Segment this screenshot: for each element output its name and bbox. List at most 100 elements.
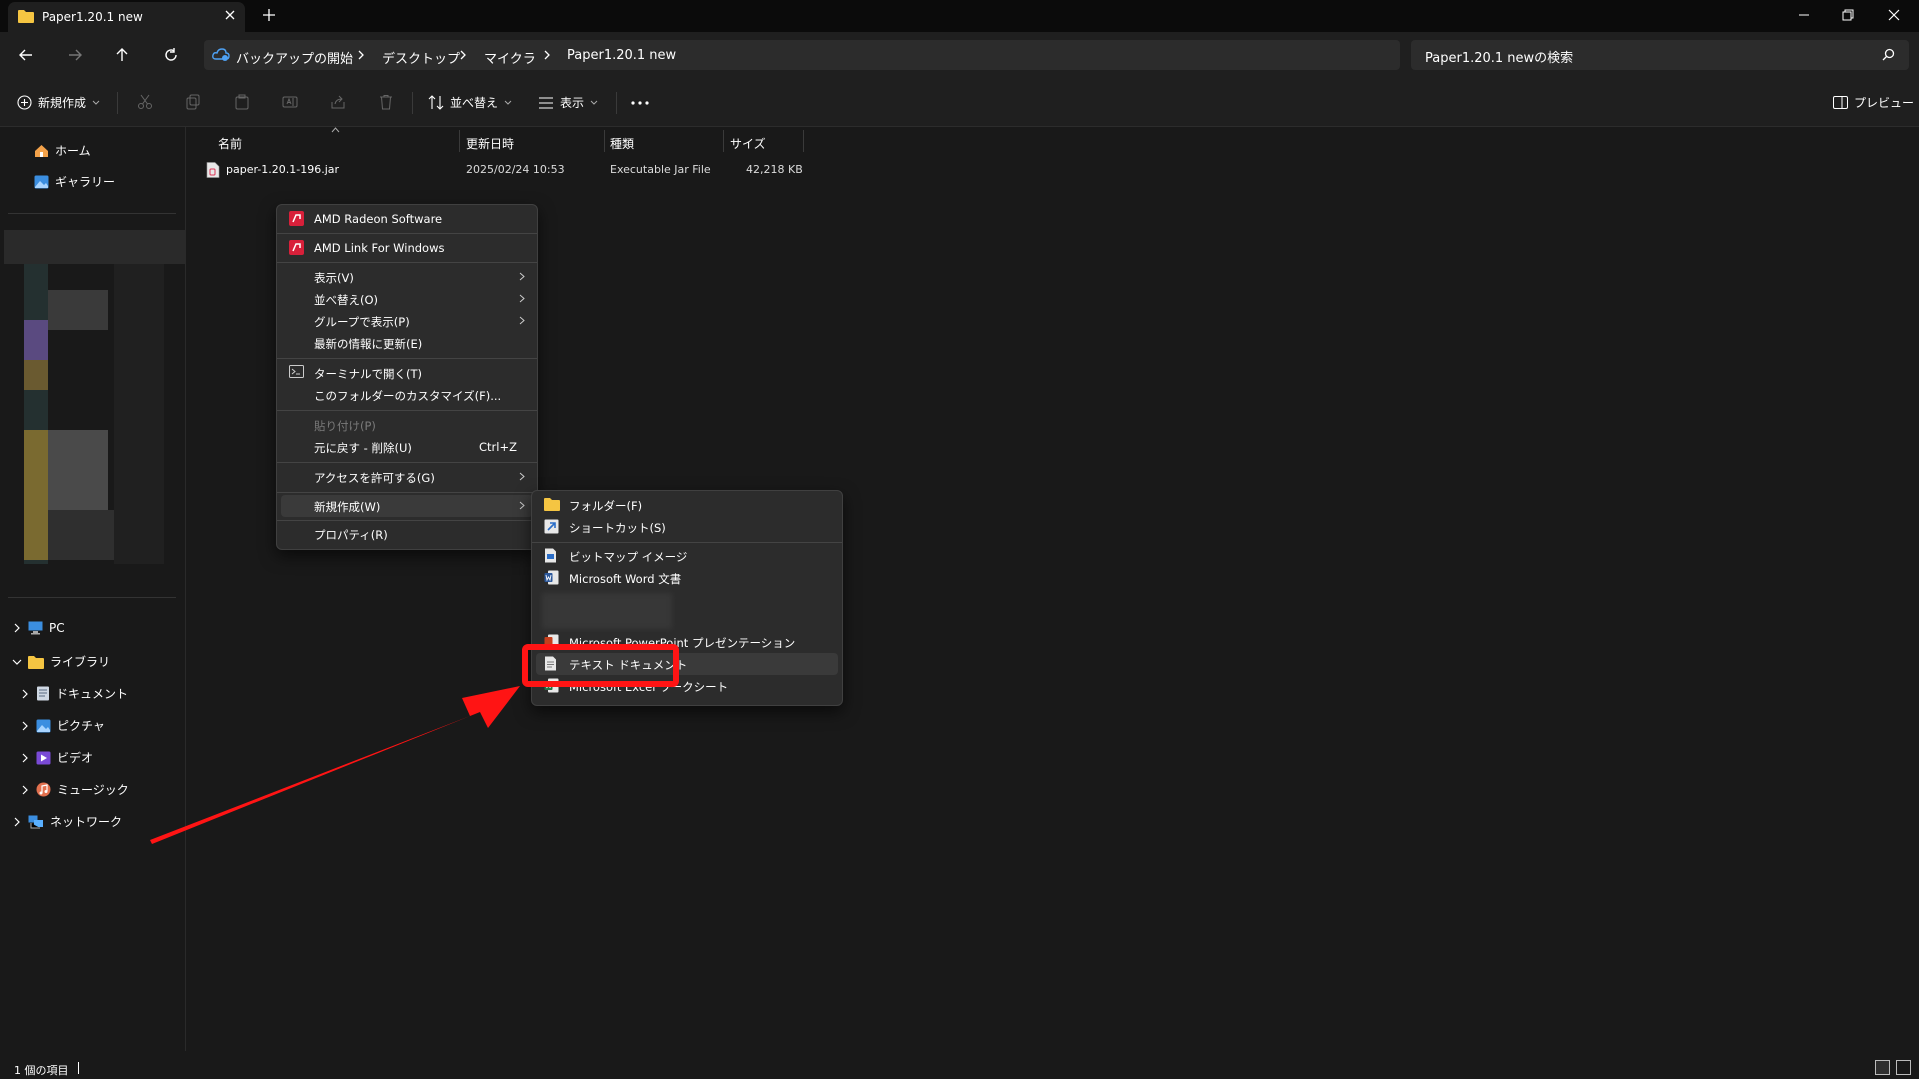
menu-divider [277, 410, 537, 411]
breadcrumb-desktop[interactable]: デスクトップ [382, 48, 460, 67]
menu-item-amd-link[interactable]: AMD Link For Windows [281, 237, 533, 259]
divider [117, 92, 118, 114]
chevron-right-icon [519, 501, 525, 510]
menu-item-properties[interactable]: プロパティ(R) [281, 523, 533, 545]
cloud-backup-icon [212, 47, 230, 63]
sidebar-item-label: ホーム [55, 144, 91, 158]
preview-pane-button[interactable]: プレビュー [1833, 94, 1914, 111]
menu-item-undo-delete[interactable]: 元に戻す - 削除(U) Ctrl+Z [281, 436, 533, 458]
copy-icon[interactable] [185, 94, 201, 110]
sidebar-item-home[interactable]: ホーム [34, 142, 91, 159]
up-arrow-icon[interactable] [114, 47, 130, 63]
column-header-name[interactable]: 名前 [218, 135, 242, 152]
submenu-item-folder[interactable]: フォルダー(F) [536, 494, 838, 516]
restore-icon[interactable] [1841, 8, 1855, 22]
file-type: Executable Jar File [610, 163, 711, 176]
sidebar-item-library[interactable]: ライブラリ [12, 653, 110, 670]
chevron-right-icon[interactable] [356, 49, 366, 61]
submenu-item-shortcut[interactable]: ショートカット(S) [536, 516, 838, 538]
submenu-item-bitmap[interactable]: ビットマップ イメージ [536, 545, 838, 567]
more-options-icon[interactable] [631, 101, 649, 105]
menu-item-open-terminal[interactable]: ターミナルで開く(T) [281, 362, 533, 384]
rename-icon[interactable] [282, 94, 298, 110]
menu-divider [277, 233, 537, 234]
back-arrow-icon[interactable] [18, 47, 34, 63]
tab-current[interactable]: Paper1.20.1 new [8, 2, 245, 32]
chevron-right-icon[interactable] [20, 689, 30, 699]
details-view-icon[interactable] [1875, 1060, 1890, 1075]
word-icon [544, 570, 559, 585]
breadcrumb-maikura[interactable]: マイクラ [484, 48, 536, 67]
column-divider[interactable] [459, 130, 460, 152]
music-icon [36, 782, 51, 797]
sidebar-item-pc[interactable]: PC [12, 621, 65, 635]
chevron-right-icon[interactable] [12, 623, 22, 633]
sidebar-item-documents[interactable]: ドキュメント [20, 685, 128, 702]
menu-item-give-access[interactable]: アクセスを許可する(G) [281, 466, 533, 488]
search-placeholder: Paper1.20.1 newの検索 [1425, 51, 1574, 66]
menu-divider [277, 262, 537, 263]
chevron-right-icon[interactable] [12, 817, 22, 827]
menu-item-customize-folder[interactable]: このフォルダーのカスタマイズ(F)... [281, 384, 533, 406]
sidebar-item-gallery[interactable]: ギャラリー [34, 173, 115, 190]
sort-button[interactable]: 並べ替え [428, 94, 512, 111]
column-divider[interactable] [604, 130, 605, 152]
menu-item-new[interactable]: 新規作成(W) [281, 495, 533, 517]
menu-item-label: 最新の情報に更新(E) [314, 337, 423, 351]
status-divider [78, 1062, 79, 1074]
column-divider[interactable] [803, 130, 804, 152]
sidebar-item-videos[interactable]: ビデオ [20, 749, 93, 766]
cut-icon[interactable] [137, 94, 153, 110]
view-button[interactable]: 表示 [538, 94, 598, 111]
share-icon[interactable] [330, 94, 346, 110]
chevron-right-icon[interactable] [20, 721, 30, 731]
chevron-right-icon[interactable] [20, 785, 30, 795]
chevron-right-icon [519, 294, 525, 303]
chevron-down-icon[interactable] [12, 657, 22, 667]
menu-item-label: 並べ替え(O) [314, 293, 379, 307]
menu-item-label: 新規作成(W) [314, 500, 381, 514]
sidebar-item-pictures[interactable]: ピクチャ [20, 717, 105, 734]
close-tab-icon[interactable] [224, 9, 236, 21]
close-window-icon[interactable] [1887, 8, 1901, 22]
sort-icon [428, 95, 444, 110]
address-bar[interactable]: バックアップの開始 デスクトップ マイクラ Paper1.20.1 new [204, 40, 1400, 70]
sidebar-item-label: ネットワーク [50, 815, 123, 829]
menu-item-amd-radeon[interactable]: AMD Radeon Software [281, 208, 533, 230]
menu-item-view[interactable]: 表示(V) [281, 266, 533, 288]
minimize-icon[interactable] [1797, 8, 1811, 22]
search-icon[interactable] [1882, 48, 1895, 61]
refresh-icon[interactable] [163, 47, 179, 63]
menu-item-paste[interactable]: 貼り付け(P) [281, 414, 533, 436]
computer-icon [28, 621, 43, 635]
sidebar-item-music[interactable]: ミュージック [20, 781, 129, 798]
new-tab-icon[interactable] [262, 8, 276, 22]
delete-icon[interactable] [378, 94, 394, 110]
new-button[interactable]: 新規作成 [17, 94, 100, 111]
menu-item-refresh[interactable]: 最新の情報に更新(E) [281, 332, 533, 354]
status-bar: 1 個の項目 [0, 1053, 1919, 1079]
blurred-quick-access [4, 230, 185, 567]
pictures-icon [36, 719, 51, 733]
menu-item-label: AMD Link For Windows [314, 241, 445, 255]
chevron-right-icon[interactable] [20, 753, 30, 763]
breadcrumb-backup[interactable]: バックアップの開始 [236, 48, 353, 67]
menu-item-group-by[interactable]: グループで表示(P) [281, 310, 533, 332]
sidebar-item-network[interactable]: ネットワーク [12, 813, 122, 830]
column-header-type[interactable]: 種類 [610, 135, 634, 152]
column-header-modified[interactable]: 更新日時 [466, 135, 514, 152]
breadcrumb-current-folder[interactable]: Paper1.20.1 new [567, 48, 676, 63]
sidebar-item-label: ビデオ [57, 751, 94, 765]
search-box[interactable]: Paper1.20.1 newの検索 [1411, 40, 1909, 70]
column-header-size[interactable]: サイズ [730, 135, 766, 152]
chevron-right-icon[interactable] [458, 49, 468, 61]
menu-item-sort[interactable]: 並べ替え(O) [281, 288, 533, 310]
submenu-item-word[interactable]: Microsoft Word 文書 [536, 567, 838, 589]
paste-icon[interactable] [234, 94, 250, 110]
divider [8, 213, 176, 214]
gallery-icon [34, 175, 49, 189]
column-divider[interactable] [723, 130, 724, 152]
forward-arrow-icon[interactable] [67, 47, 83, 63]
large-icons-view-icon[interactable] [1896, 1060, 1911, 1075]
chevron-right-icon[interactable] [542, 49, 552, 61]
